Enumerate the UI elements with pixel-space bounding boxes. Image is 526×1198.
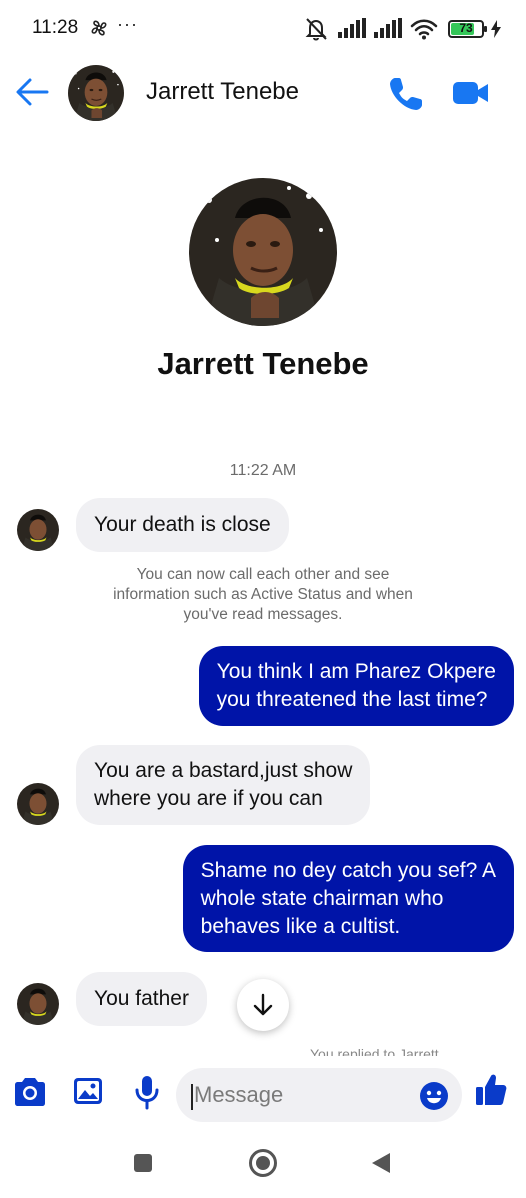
message-text: Your death is close: [94, 513, 271, 536]
thumbs-up-icon[interactable]: [474, 1072, 508, 1108]
more-notifications-icon: ···: [117, 14, 138, 34]
system-navigation-bar: [0, 1128, 526, 1198]
microphone-icon[interactable]: [134, 1074, 160, 1110]
message-input[interactable]: [194, 1068, 414, 1122]
profile-name: Jarrett Tenebe: [157, 346, 369, 381]
message-composer: [0, 1062, 526, 1128]
message-input-container[interactable]: [176, 1068, 462, 1122]
charging-icon: [491, 20, 501, 38]
message-avatar[interactable]: [17, 509, 59, 551]
signal-icon-2: [374, 18, 402, 38]
status-bar: 11:28 ··· 73: [0, 0, 526, 58]
message-text: You father: [94, 987, 189, 1010]
mute-icon: [305, 18, 327, 41]
reply-hint: You replied to Jarrett: [310, 1044, 500, 1056]
message-avatar[interactable]: [17, 983, 59, 1025]
contact-avatar[interactable]: [68, 65, 124, 121]
phone-icon[interactable]: [386, 74, 426, 114]
system-note-line: you've read messages.: [183, 606, 343, 623]
scroll-to-bottom-button[interactable]: [237, 979, 289, 1031]
gallery-icon[interactable]: [72, 1075, 104, 1107]
fan-icon: [91, 20, 107, 36]
camera-icon[interactable]: [12, 1076, 48, 1108]
chat-header: Jarrett Tenebe: [0, 58, 526, 128]
message-text: behaves like a cultist.: [200, 915, 401, 938]
message-text: you threatened the last time?: [216, 688, 488, 711]
status-time: 11:28: [32, 17, 79, 38]
message-text: You are a bastard,just show: [94, 759, 353, 782]
video-camera-icon[interactable]: [451, 77, 491, 109]
message-bubble-outgoing[interactable]: You think I am Pharez Okpere you threate…: [198, 646, 514, 726]
arrow-down-icon: [253, 993, 273, 1016]
message-text: You think I am Pharez Okpere: [216, 660, 496, 683]
reply-hint-text: You replied to Jarrett: [310, 1046, 439, 1056]
system-note-line: You can now call each other and see: [136, 566, 390, 583]
signal-icon: [338, 18, 366, 38]
contact-name[interactable]: Jarrett Tenebe: [146, 78, 299, 106]
recents-icon[interactable]: [133, 1153, 153, 1173]
message-bubble-incoming[interactable]: You are a bastard,just show where you ar…: [76, 745, 371, 825]
home-icon[interactable]: [248, 1148, 278, 1178]
message-timestamp: 11:22 AM: [229, 462, 297, 479]
system-note: You can now call each other and see info…: [60, 565, 466, 625]
profile-avatar[interactable]: [189, 178, 337, 326]
battery-level: 73: [459, 21, 473, 35]
message-text: whole state chairman who: [200, 887, 444, 910]
message-bubble-incoming[interactable]: You father: [76, 972, 207, 1026]
message-text: where you are if you can: [94, 787, 323, 810]
wifi-icon: [410, 19, 438, 40]
message-bubble-outgoing[interactable]: Shame no dey catch you sef? A whole stat…: [182, 845, 514, 952]
system-note-line: information such as Active Status and wh…: [113, 586, 413, 603]
message-bubble-incoming[interactable]: Your death is close: [76, 498, 289, 552]
message-avatar[interactable]: [17, 783, 59, 825]
back-icon[interactable]: [370, 1152, 392, 1174]
battery-icon: 73: [448, 20, 487, 38]
message-text: Shame no dey catch you sef? A: [200, 859, 496, 882]
back-arrow-icon[interactable]: [14, 76, 50, 108]
emoji-icon[interactable]: [419, 1081, 449, 1111]
